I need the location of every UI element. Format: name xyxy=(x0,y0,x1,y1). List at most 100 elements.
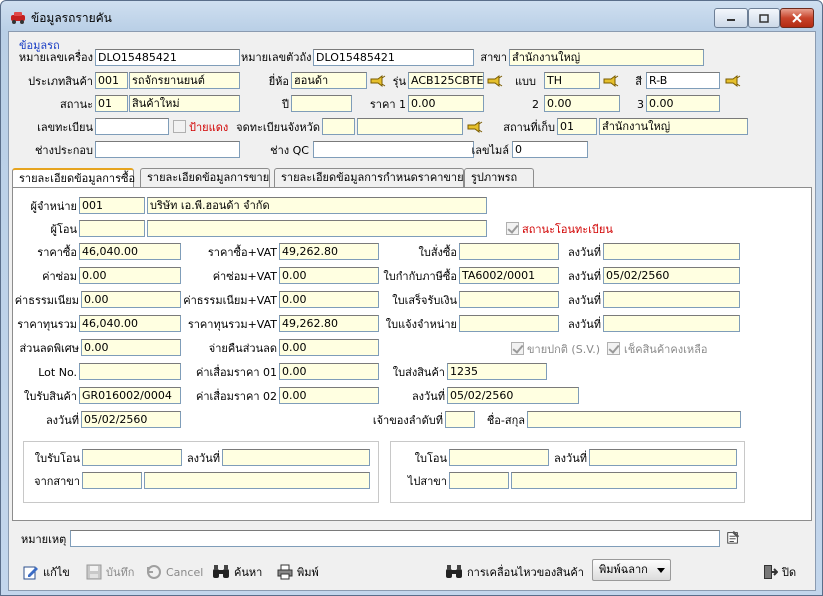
save-button[interactable]: บันทึก xyxy=(86,561,134,583)
print-button[interactable]: พิมพ์ xyxy=(277,561,319,583)
tab-sales[interactable]: รายละเอียดข้อมูลการขาย xyxy=(140,168,270,187)
purchase-price-label: ราคาซื้อ xyxy=(37,246,77,259)
color-field[interactable]: R-B xyxy=(646,72,720,89)
style-lookup-icon[interactable] xyxy=(603,74,619,88)
year-field[interactable] xyxy=(291,95,352,112)
reg-province-code-field[interactable] xyxy=(322,118,355,135)
debit-note-field[interactable] xyxy=(459,315,559,332)
transfer-status-checkbox[interactable] xyxy=(506,222,519,235)
owner-seq-field[interactable] xyxy=(445,411,475,428)
reg-province-field[interactable] xyxy=(357,118,463,135)
total-cost-field[interactable]: 46,040.00 xyxy=(79,315,181,332)
close-button[interactable]: ปิด xyxy=(762,561,796,583)
po-date-field[interactable] xyxy=(603,243,740,260)
search-button[interactable]: ค้นหา xyxy=(212,561,262,583)
transfer-out-doc-field[interactable] xyxy=(449,449,549,466)
storage-code-field[interactable]: 01 xyxy=(557,118,597,135)
owner-name-field[interactable] xyxy=(527,411,741,428)
transfer-in-branch-code-field[interactable] xyxy=(82,472,142,489)
remark-field[interactable] xyxy=(70,530,720,547)
qc-field[interactable] xyxy=(313,141,474,158)
normal-sale-checkbox[interactable] xyxy=(511,342,524,355)
transfer-out-branch-code-field[interactable] xyxy=(449,472,509,489)
transferor-label: ผู้โอน xyxy=(50,223,77,236)
goods-receipt-field[interactable]: GR016002/0004 xyxy=(79,387,181,404)
engine-no-field[interactable]: DLO15485421 xyxy=(95,49,240,66)
product-type-field[interactable]: รถจักรยานยนต์ xyxy=(129,72,240,89)
title-bar[interactable]: ข้อมูลรถรายคัน xyxy=(1,1,822,31)
check-stock-label: เช็คสินค้าคงเหลือ xyxy=(624,343,708,356)
transferor-code-field[interactable] xyxy=(79,220,145,237)
lot-field[interactable] xyxy=(79,363,181,380)
chassis-no-field[interactable]: DLO15485421 xyxy=(313,49,474,66)
refund-discount-field[interactable]: 0.00 xyxy=(279,339,379,356)
repair-vat-field[interactable]: 0.00 xyxy=(279,267,379,284)
assembler-field[interactable] xyxy=(95,141,240,158)
undo-icon xyxy=(147,565,161,579)
purchase-price-field[interactable]: 46,040.00 xyxy=(79,243,181,260)
special-discount-field[interactable]: 0.00 xyxy=(81,339,181,356)
price2-field[interactable]: 0.00 xyxy=(544,95,620,112)
mileage-field[interactable]: 0 xyxy=(512,141,588,158)
product-type-code-field[interactable]: 001 xyxy=(95,72,128,89)
tax-invoice-field[interactable]: TA6002/0001 xyxy=(459,267,559,284)
app-window: ข้อมูลรถรายคัน ข้อมูลรถ หมายเลขเครื่อง D… xyxy=(0,0,823,596)
binoculars-icon xyxy=(446,565,462,578)
deprec2-field[interactable]: 0.00 xyxy=(279,387,379,404)
total-cost-vat-field[interactable]: 49,262.80 xyxy=(279,315,379,332)
model-field[interactable]: ACB125CBTE xyxy=(408,72,484,89)
province-lookup-icon[interactable] xyxy=(467,120,483,134)
model-lookup-icon[interactable] xyxy=(487,74,503,88)
stock-movement-button[interactable]: การเคลื่อนไหวของสินค้า xyxy=(445,561,584,583)
storage-field[interactable]: สำนักงานใหญ่ xyxy=(599,118,748,135)
price1-field[interactable]: 0.00 xyxy=(408,95,484,112)
style-field[interactable]: TH xyxy=(544,72,600,89)
price3-label: 3 xyxy=(637,98,644,111)
tax-invoice-label: ใบกำกับภาษีซื้อ xyxy=(383,270,457,283)
minimize-button[interactable] xyxy=(714,8,748,28)
transferor-field[interactable] xyxy=(147,220,487,237)
po-field[interactable] xyxy=(459,243,559,260)
transfer-in-branch-field[interactable] xyxy=(144,472,370,489)
vendor-field[interactable]: บริษัท เอ.พี.ฮอนด้า จำกัด xyxy=(147,197,487,214)
branch-field[interactable]: สำนักงานใหญ่ xyxy=(509,49,704,66)
cancel-button[interactable]: Cancel xyxy=(146,561,203,583)
reg-no-field[interactable] xyxy=(95,118,169,135)
receipt-field[interactable] xyxy=(459,291,559,308)
purchase-price-vat-field[interactable]: 49,262.80 xyxy=(279,243,379,260)
close-window-button[interactable] xyxy=(780,8,814,28)
deprec1-field[interactable]: 0.00 xyxy=(279,363,379,380)
vendor-code-field[interactable]: 001 xyxy=(79,197,145,214)
notepad-icon[interactable] xyxy=(725,530,741,544)
fee-field[interactable]: 0.00 xyxy=(81,291,181,308)
color-lookup-icon[interactable] xyxy=(725,74,741,88)
delivery-note-field[interactable]: 1235 xyxy=(447,363,547,380)
transfer-in-date-field[interactable] xyxy=(222,449,370,466)
po-date-label: ลงวันที่ xyxy=(567,246,601,259)
red-plate-checkbox[interactable] xyxy=(173,120,186,133)
transfer-in-doc-field[interactable] xyxy=(82,449,182,466)
price3-field[interactable]: 0.00 xyxy=(646,95,720,112)
brand-lookup-icon[interactable] xyxy=(370,74,386,88)
print-label-dropdown[interactable]: พิมพ์ฉลาก xyxy=(592,559,671,581)
maximize-button[interactable] xyxy=(748,8,780,28)
status-code-field[interactable]: 01 xyxy=(95,95,128,112)
tax-invoice-date-field[interactable]: 05/02/2560 xyxy=(603,267,740,284)
transfer-out-date-field[interactable] xyxy=(589,449,737,466)
goods-receipt-date-label: ลงวันที่ xyxy=(45,414,79,427)
fee-vat-field[interactable]: 0.00 xyxy=(279,291,379,308)
tab-purchase[interactable]: รายละเอียดข้อมูลการซื้อ xyxy=(12,168,135,189)
tab-pricing[interactable]: รายละเอียดข้อมูลการกำหนดราคาขาย xyxy=(274,168,464,187)
status-field[interactable]: สินค้าใหม่ xyxy=(129,95,240,112)
tab-photos[interactable]: รูปภาพรถ xyxy=(464,168,534,187)
debit-note-date-field[interactable] xyxy=(603,315,740,332)
repair-field[interactable]: 0.00 xyxy=(79,267,181,284)
purchase-price-vat-label: ราคาซื้อ+VAT xyxy=(207,246,277,259)
brand-field[interactable]: ฮอนด้า xyxy=(291,72,367,89)
goods-receipt-date-field[interactable]: 05/02/2560 xyxy=(81,411,181,428)
check-stock-checkbox[interactable] xyxy=(607,342,620,355)
edit-button[interactable]: แก้ไข xyxy=(23,561,70,583)
receipt-date-field[interactable] xyxy=(603,291,740,308)
transfer-out-branch-field[interactable] xyxy=(511,472,737,489)
delivery-date-field[interactable]: 05/02/2560 xyxy=(447,387,579,404)
